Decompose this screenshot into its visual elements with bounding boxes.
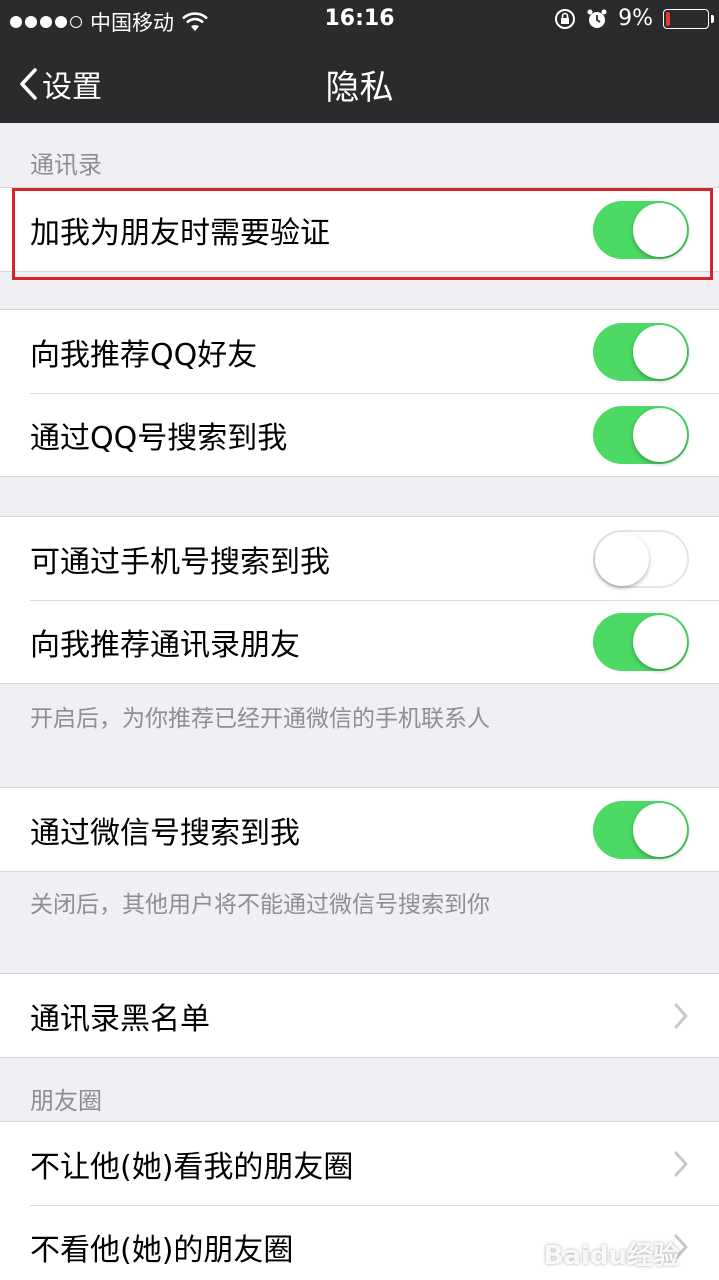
row-search-by-wechat: 通过微信号搜索到我 [0, 788, 719, 871]
toggle-search-by-phone[interactable] [593, 530, 689, 588]
row-recommend-contacts: 向我推荐通讯录朋友 [0, 600, 719, 683]
row-label: 加我为朋友时需要验证 [30, 216, 330, 251]
navigation-bar: 设置 隐私 [0, 40, 719, 123]
row-label: 可通过手机号搜索到我 [30, 545, 330, 580]
row-recommend-qq: 向我推荐QQ好友 [0, 310, 719, 393]
battery-level [666, 11, 670, 26]
chevron-right-icon [674, 1151, 688, 1177]
status-right: 9% [554, 6, 714, 31]
group-verify: 加我为朋友时需要验证 [0, 187, 719, 272]
row-label: 不看他(她)的朋友圈 [30, 1233, 294, 1268]
group-wechat: 通过微信号搜索到我 [0, 787, 719, 872]
contacts-footer-note: 开启后，为你推荐已经开通微信的手机联系人 [30, 706, 490, 732]
group-blacklist: 通讯录黑名单 [0, 973, 719, 1058]
toggle-recommend-contacts[interactable] [593, 613, 689, 671]
section-header-moments: 朋友圈 [30, 1087, 102, 1115]
chevron-right-icon [674, 1003, 688, 1029]
row-search-by-qq: 通过QQ号搜索到我 [0, 393, 719, 476]
row-label: 通讯录黑名单 [30, 1002, 210, 1037]
toggle-verify[interactable] [593, 201, 689, 259]
row-label: 通过QQ号搜索到我 [30, 421, 288, 456]
row-label: 向我推荐QQ好友 [30, 338, 258, 373]
battery-percent: 9% [618, 6, 653, 31]
row-blacklist[interactable]: 通讯录黑名单 [0, 974, 719, 1057]
group-phone: 可通过手机号搜索到我 向我推荐通讯录朋友 [0, 516, 719, 684]
section-header-contacts: 通讯录 [30, 151, 102, 179]
toggle-search-by-wechat[interactable] [593, 801, 689, 859]
status-bar: 中国移动 16:16 9% [0, 0, 719, 40]
watermark-logo: Baidu经验 [543, 1241, 679, 1271]
toggle-recommend-qq[interactable] [593, 323, 689, 381]
battery-icon [663, 8, 714, 29]
row-label: 向我推荐通讯录朋友 [30, 628, 300, 663]
row-verify: 加我为朋友时需要验证 [0, 188, 719, 271]
toggle-search-by-qq[interactable] [593, 406, 689, 464]
row-hide-moments[interactable]: 不让他(她)看我的朋友圈 [0, 1122, 719, 1205]
row-label: 通过微信号搜索到我 [30, 816, 300, 851]
alarm-icon [587, 9, 607, 28]
row-label: 不让他(她)看我的朋友圈 [30, 1150, 354, 1185]
row-search-by-phone: 可通过手机号搜索到我 [0, 517, 719, 600]
rotation-lock-icon [555, 8, 576, 29]
page-title: 隐私 [325, 68, 394, 108]
wechat-footer-note: 关闭后，其他用户将不能通过微信号搜索到你 [30, 892, 490, 918]
group-qq: 向我推荐QQ好友 通过QQ号搜索到我 [0, 309, 719, 477]
